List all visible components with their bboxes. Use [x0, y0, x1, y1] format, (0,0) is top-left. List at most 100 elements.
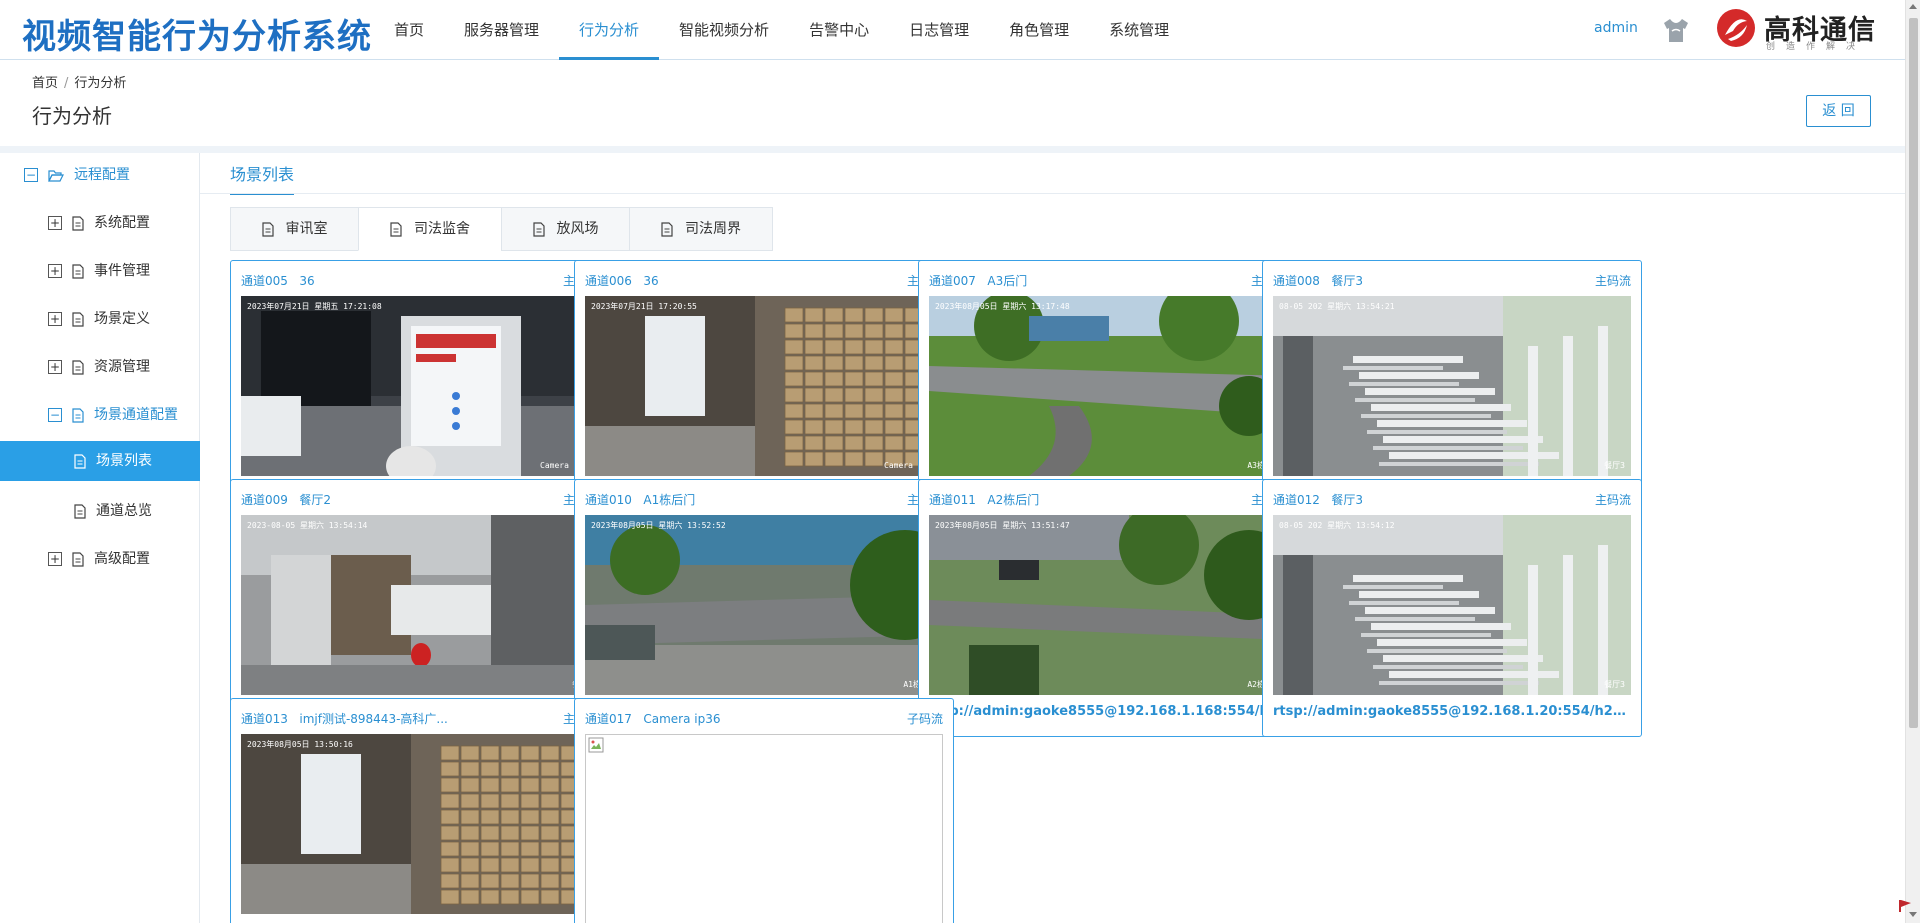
camera-channel-name: 通道006 36 [585, 274, 659, 288]
camera-card-header: 通道017 Camera ip36 子码流 [585, 710, 943, 727]
sidebar-tree: − 远程配置 + 系统配置 + 事件管理 + 场景定义 + 资源管理 − 场景通道配置场景列表通道总览… [0, 153, 200, 923]
camera-osd-label: 餐厅3 [1604, 461, 1625, 470]
camera-preview-broken[interactable] [585, 734, 943, 923]
scene-tab[interactable]: 审讯室 [230, 207, 358, 251]
camera-card[interactable]: 通道011 A2栋后门主码流 2023年08月05日 星期六 13:51:47A2… [918, 479, 1298, 737]
camera-channel-name: 通道013 imjf测试-898443-高科广... [241, 712, 448, 726]
sidebar-item[interactable]: + 系统配置 [48, 203, 150, 243]
nav-item[interactable]: 告警中心 [789, 0, 889, 60]
stream-type-badge[interactable]: 子码流 [907, 710, 943, 727]
scene-tab[interactable]: 司法周界 [629, 207, 773, 251]
document-icon [74, 503, 86, 519]
page-header: 首页 / 行为分析 行为分析 返 回 [0, 60, 1905, 146]
camera-osd-label: 餐厅3 [1604, 680, 1625, 689]
camera-channel-name: 通道005 36 [241, 274, 315, 288]
document-icon [72, 311, 84, 327]
sidebar-item[interactable]: + 高级配置 [48, 539, 150, 579]
sidebar-item-label: 远程配置 [74, 167, 130, 183]
sidebar-item[interactable]: + 场景定义 [48, 299, 150, 339]
camera-card-header: 通道009 餐厅2主码流 [241, 491, 599, 508]
scroll-up-arrow-icon[interactable] [1909, 4, 1917, 9]
top-header: 视频智能行为分析系统 首页 服务器管理 行为分析 智能视频分析 告警中心 日志管理 角色管理… [0, 0, 1905, 60]
nav-item[interactable]: 首页 [374, 0, 444, 60]
camera-card[interactable]: 通道017 Camera ip36 子码流 [574, 698, 954, 923]
camera-preview-image[interactable]: 2023年08月05日 星期六 13:17:48A3栋后门 [929, 296, 1287, 476]
breadcrumb: 首页 / 行为分析 [32, 72, 126, 91]
camera-card[interactable]: 通道013 imjf测试-898443-高科广...主码流 2023年08月05日… [230, 698, 610, 923]
scene-tab[interactable]: 司法监舍 [358, 207, 501, 251]
camera-stream-url[interactable]: rtsp://admin:gaoke8555@192.168.1.20:554/… [1273, 704, 1633, 719]
camera-card-header: 通道008 餐厅3 主码流 [1273, 272, 1631, 289]
sidebar-item-label: 系统配置 [94, 215, 150, 231]
user-name-link[interactable]: admin [1594, 20, 1638, 36]
camera-osd-timestamp: 2023年07月21日 17:20:55 [591, 301, 697, 311]
flag-icon[interactable] [1898, 899, 1912, 913]
sidebar-item[interactable]: 通道总览 [74, 491, 152, 531]
camera-channel-name: 通道017 Camera ip36 [585, 712, 721, 726]
nav-item[interactable]: 服务器管理 [444, 0, 559, 60]
document-icon [661, 221, 673, 237]
camera-stream-url[interactable]: rtsp://admin:gaoke8555@192.168.1.168:554… [929, 704, 1289, 719]
collapse-icon[interactable]: − [48, 408, 62, 422]
camera-preview-image[interactable]: 08-05 202 星期六 13:54:21 餐厅3 [1273, 296, 1631, 476]
camera-osd-timestamp: 08-05 202 星期六 13:54:21 [1279, 301, 1395, 311]
company-slogan: 创造作解决 [1766, 42, 1867, 52]
camera-preview-image[interactable]: 2023年08月05日 星期六 13:52:52A1栋后门 [585, 515, 943, 695]
expand-icon[interactable]: + [48, 552, 62, 566]
scene-tab[interactable]: 放风场 [501, 207, 629, 251]
broken-image-icon [588, 737, 604, 753]
camera-channel-name: 通道010 A1栋后门 [585, 493, 696, 507]
stream-type-badge[interactable]: 主码流 [1595, 491, 1631, 508]
folder-open-icon [48, 169, 64, 182]
expand-icon[interactable]: + [48, 264, 62, 278]
camera-preview-image[interactable]: 2023年08月05日 星期六 13:51:47A2栋后门 [929, 515, 1287, 695]
sidebar-item[interactable]: + 事件管理 [48, 251, 150, 291]
collapse-icon[interactable]: − [24, 168, 38, 182]
nav-item[interactable]: 智能视频分析 [659, 0, 789, 60]
camera-preview-image[interactable]: 2023年07月21日 星期五 17:21:08 Camera ip36 [241, 296, 599, 476]
camera-card-header: 通道011 A2栋后门主码流 [929, 491, 1287, 508]
expand-icon[interactable]: + [48, 360, 62, 374]
camera-osd-timestamp: 08-05 202 星期六 13:54:12 [1279, 520, 1395, 530]
company-logo-icon [1717, 9, 1755, 47]
camera-osd-timestamp: 2023年08月05日 星期六 13:52:52 [591, 520, 726, 530]
theme-skin-icon[interactable] [1660, 16, 1692, 44]
camera-card-header: 通道006 36主码流 [585, 272, 943, 289]
scene-list-title: 场景列表 [230, 161, 295, 195]
document-icon [72, 551, 84, 567]
document-icon [390, 221, 402, 237]
main-nav: 首页 服务器管理 行为分析 智能视频分析 告警中心 日志管理 角色管理 系统管理 [374, 0, 1189, 60]
camera-channel-name: 通道011 A2栋后门 [929, 493, 1040, 507]
page-scrollbar[interactable] [1905, 0, 1920, 923]
breadcrumb-home[interactable]: 首页 [32, 76, 58, 91]
camera-card[interactable]: 通道012 餐厅3 主码流 08-05 202 星期六 13:54:12 餐厅3 rts… [1262, 479, 1642, 737]
nav-item[interactable]: 日志管理 [889, 0, 989, 60]
document-icon [74, 453, 86, 469]
expand-icon[interactable]: + [48, 312, 62, 326]
nav-item[interactable]: 角色管理 [989, 0, 1089, 60]
sidebar-item-label: 事件管理 [94, 263, 150, 279]
camera-osd-timestamp: 2023-08-05 星期六 13:54:14 [247, 520, 368, 530]
expand-icon[interactable]: + [48, 216, 62, 230]
nav-item[interactable]: 系统管理 [1089, 0, 1189, 60]
stream-type-badge[interactable]: 主码流 [1595, 272, 1631, 289]
document-icon [532, 221, 545, 237]
camera-preview-image[interactable]: 2023年08月05日 13:50:16 [241, 734, 599, 914]
sidebar-item[interactable]: − 远程配置 [24, 155, 130, 195]
sidebar-item[interactable]: − 场景通道配置 [48, 395, 178, 435]
camera-preview-image[interactable]: 08-05 202 星期六 13:54:12 餐厅3 [1273, 515, 1631, 695]
scroll-thumb[interactable] [1909, 18, 1918, 728]
nav-item[interactable]: 行为分析 [559, 0, 660, 60]
sidebar-item-label: 通道总览 [96, 503, 152, 519]
back-button[interactable]: 返 回 [1806, 95, 1871, 127]
camera-osd-timestamp: 2023年07月21日 星期五 17:21:08 [247, 301, 382, 311]
camera-osd-timestamp: 2023年08月05日 13:50:16 [247, 739, 353, 749]
camera-preview-image[interactable]: 2023-08-05 星期六 13:54:14餐厅2 [241, 515, 599, 695]
sidebar-item[interactable]: 场景列表 [0, 441, 200, 481]
sidebar-item[interactable]: + 资源管理 [48, 347, 150, 387]
camera-card-header: 通道010 A1栋后门主码流 [585, 491, 943, 508]
camera-preview-image[interactable]: 2023年07月21日 17:20:55 Camera ip35 [585, 296, 943, 476]
breadcrumb-separator: / [64, 76, 69, 91]
camera-channel-name: 通道007 A3后门 [929, 274, 1028, 288]
page-title: 行为分析 [32, 104, 112, 128]
